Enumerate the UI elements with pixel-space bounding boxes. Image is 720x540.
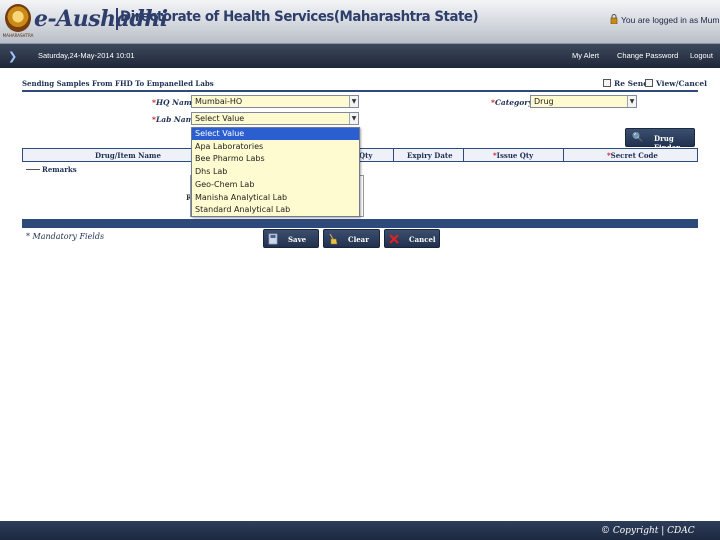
my-alert-link[interactable]: My Alert [572, 51, 599, 60]
lock-icon [610, 14, 618, 24]
logo-caption: MAHARASHTRA [2, 33, 34, 38]
view-cancel-label: View/Cancel [656, 79, 707, 88]
current-datetime: Saturday,24-May-2014 10:01 [38, 51, 135, 60]
col-secret-code: *Secret Code [607, 151, 658, 160]
change-password-link[interactable]: Change Password [617, 51, 678, 60]
brand-divider [116, 8, 118, 30]
col-expiry-date: Expiry Date [407, 151, 453, 160]
save-button[interactable]: Save [263, 229, 319, 248]
view-cancel-checkbox[interactable] [645, 79, 653, 87]
close-icon [389, 234, 399, 244]
lab-name-dropdown-list[interactable]: Select Value Apa Laboratories Bee Pharmo… [191, 127, 360, 217]
category-select[interactable]: Drug ▼ [530, 95, 637, 108]
app-footer: © Copyright | CDAC [0, 521, 720, 540]
hq-name-select[interactable]: Mumbai-HO ▼ [191, 95, 359, 108]
category-value: Drug [534, 97, 554, 106]
drug-finder-button[interactable]: 🔍 Drug Finder [625, 128, 695, 152]
clear-label: Clear [348, 235, 369, 244]
lab-name-value: Select Value [195, 114, 245, 123]
search-icon: 🔍 [632, 133, 644, 143]
col-secret-code-text: Secret Code [610, 151, 658, 160]
dropdown-option[interactable]: Standard Analytical Lab [192, 204, 359, 216]
chevron-down-icon[interactable]: ▼ [627, 96, 636, 107]
column-divider [393, 149, 394, 161]
logout-link[interactable]: Logout [690, 51, 713, 60]
column-divider [463, 149, 464, 161]
col-drug-item-name: Drug/Item Name [95, 151, 161, 160]
clear-button[interactable]: Clear [323, 229, 380, 248]
lab-name-select[interactable]: Select Value ▼ [191, 112, 359, 125]
form-footer-bar [22, 219, 698, 228]
resend-label: Re Send [614, 79, 649, 88]
category-label: *Category [491, 98, 533, 107]
category-label-text: Category [494, 98, 533, 107]
dropdown-option[interactable]: Bee Pharmo Labs [192, 153, 359, 165]
items-table-header: Drug/Item Name Qty Expiry Date *Issue Qt… [22, 148, 698, 162]
save-label: Save [288, 235, 307, 244]
logged-in-text: You are logged in as Mumbai Hu [621, 15, 720, 25]
mandatory-fields-note: * Mandatory Fields [26, 232, 105, 241]
copyright-text: © Copyright | CDAC [601, 526, 695, 536]
dropdown-option[interactable]: Apa Laboratories [192, 141, 359, 153]
directorate-title: Directorate of Health Services(Maharasht… [120, 9, 479, 25]
chevron-right-icon[interactable]: ❯ [8, 50, 17, 63]
dropdown-option[interactable]: Geo-Chem Lab [192, 179, 359, 191]
chevron-down-icon[interactable]: ▼ [349, 96, 358, 107]
resend-checkbox[interactable] [603, 79, 611, 87]
chevron-down-icon[interactable]: ▼ [349, 113, 358, 124]
nav-bar: ❯ Saturday,24-May-2014 10:01 My Alert Ch… [0, 44, 720, 68]
maharashtra-emblem-logo [5, 4, 31, 32]
app-header: MAHARASHTRA e-Aushadhi Directorate of He… [0, 0, 720, 44]
remarks-label: Remarks [40, 165, 79, 174]
col-qty: Qty [359, 151, 373, 160]
cancel-button[interactable]: Cancel [384, 229, 440, 248]
hq-name-value: Mumbai-HO [195, 97, 243, 106]
save-icon [268, 233, 278, 245]
col-issue-qty: *Issue Qty [493, 151, 533, 160]
dropdown-option[interactable]: Manisha Analytical Lab [192, 192, 359, 204]
dropdown-option[interactable]: Dhs Lab [192, 166, 359, 178]
form-title: Sending Samples From FHD To Empanelled L… [22, 79, 214, 88]
cancel-label: Cancel [409, 235, 436, 244]
column-divider [563, 149, 564, 161]
hq-name-label: *HQ Name [152, 98, 197, 107]
dropdown-option[interactable]: Select Value [192, 128, 359, 140]
broom-icon [329, 233, 338, 245]
form-title-bar: Sending Samples From FHD To Empanelled L… [22, 78, 707, 92]
col-issue-qty-text: Issue Qty [496, 151, 534, 160]
